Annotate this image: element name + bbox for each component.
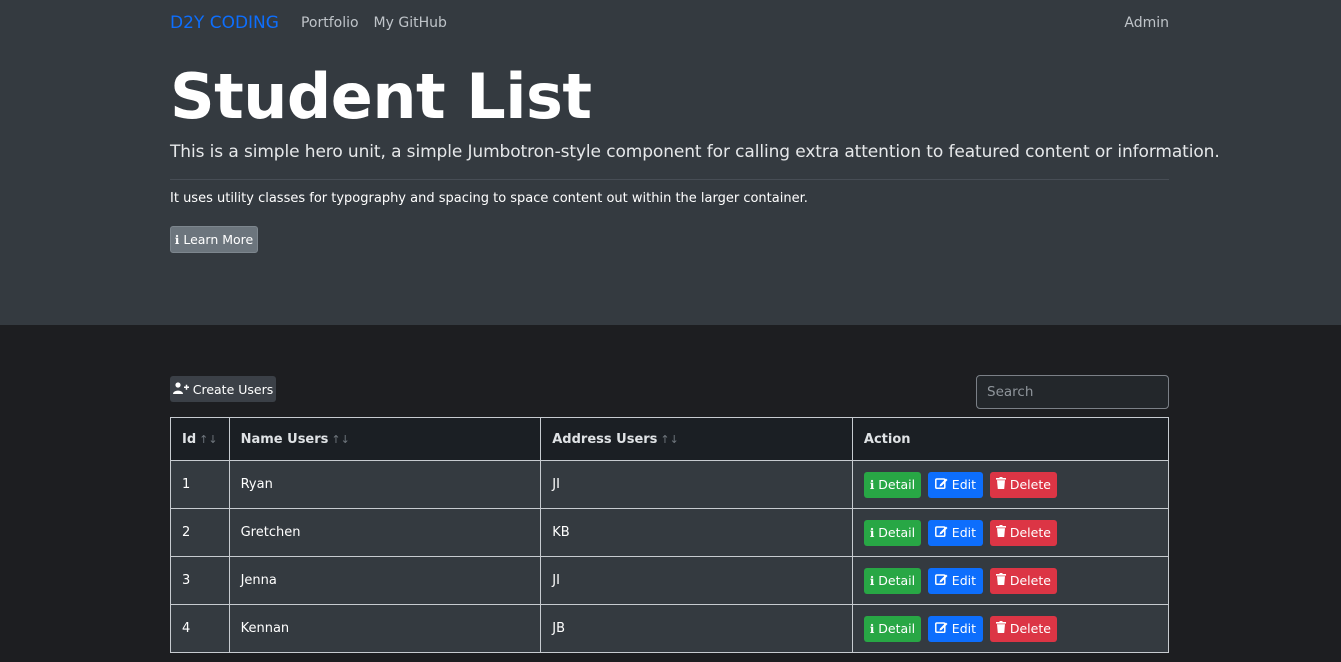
cell-name: Kennan <box>228 604 542 653</box>
info-icon: ℹ <box>869 621 875 636</box>
table-row: 3 Jenna JI ℹ Detail Edit Delete <box>170 556 1170 605</box>
delete-button[interactable]: Delete <box>989 471 1057 498</box>
page-title: Student List <box>170 60 592 133</box>
delete-label: Delete <box>1009 525 1051 540</box>
cell-id: 3 <box>170 556 230 605</box>
cell-address: KB <box>540 508 853 557</box>
edit-button[interactable]: Edit <box>927 615 983 642</box>
edit-button[interactable]: Edit <box>927 567 983 594</box>
header-action: Action <box>851 417 1170 461</box>
create-users-button[interactable]: Create Users <box>170 376 276 402</box>
edit-icon <box>934 573 948 588</box>
detail-button[interactable]: ℹ Detail <box>863 519 921 546</box>
cell-name: Ryan <box>228 460 542 509</box>
sort-icon: ↑↓ <box>660 432 679 446</box>
sort-icon: ↑↓ <box>331 432 350 446</box>
trash-icon <box>995 621 1006 636</box>
edit-icon <box>934 477 948 492</box>
edit-label: Edit <box>951 621 977 636</box>
detail-label: Detail <box>878 525 916 540</box>
trash-icon <box>995 525 1006 540</box>
info-icon: ℹ <box>174 232 180 247</box>
delete-label: Delete <box>1009 477 1051 492</box>
delete-button[interactable]: Delete <box>989 567 1057 594</box>
table-row: 1 Ryan JI ℹ Detail Edit Delete <box>170 460 1170 509</box>
delete-button[interactable]: Delete <box>989 615 1057 642</box>
trash-icon <box>995 477 1006 492</box>
table-row: 2 Gretchen KB ℹ Detail Edit Delete <box>170 508 1170 557</box>
cell-name: Gretchen <box>228 508 542 557</box>
learn-more-label: Learn More <box>183 232 254 247</box>
cell-address: JB <box>540 604 853 653</box>
detail-button[interactable]: ℹ Detail <box>863 615 921 642</box>
hero-section <box>0 0 1341 325</box>
learn-more-button[interactable]: ℹ Learn More <box>170 226 258 253</box>
students-table: Id ↑↓ Name Users ↑↓ Address Users ↑↓ Action… <box>170 417 1170 653</box>
hero-subtext: It uses utility classes for typography a… <box>170 191 808 206</box>
edit-label: Edit <box>951 477 977 492</box>
detail-label: Detail <box>878 573 916 588</box>
cell-address: JI <box>540 556 853 605</box>
cell-actions: ℹ Detail Edit Delete <box>851 460 1170 509</box>
edit-label: Edit <box>951 525 977 540</box>
trash-icon <box>995 573 1006 588</box>
table-row: 4 Kennan JB ℹ Detail Edit Delete <box>170 604 1170 653</box>
header-id[interactable]: Id ↑↓ <box>170 417 230 461</box>
delete-button[interactable]: Delete <box>989 519 1057 546</box>
table-header-row: Id ↑↓ Name Users ↑↓ Address Users ↑↓ Action <box>170 417 1170 461</box>
edit-icon <box>934 525 948 540</box>
create-users-label: Create Users <box>192 381 274 397</box>
edit-icon <box>934 621 948 636</box>
detail-label: Detail <box>878 477 916 492</box>
info-icon: ℹ <box>869 573 875 588</box>
brand-link[interactable]: D2Y CODING <box>170 13 279 33</box>
nav-link-github[interactable]: My GitHub <box>374 15 447 31</box>
hero-lead: This is a simple hero unit, a simple Jum… <box>170 142 1220 162</box>
sort-icon: ↑↓ <box>199 432 218 446</box>
edit-label: Edit <box>951 573 977 588</box>
detail-button[interactable]: ℹ Detail <box>863 567 921 594</box>
detail-label: Detail <box>878 621 916 636</box>
detail-button[interactable]: ℹ Detail <box>863 471 921 498</box>
cell-actions: ℹ Detail Edit Delete <box>851 508 1170 557</box>
cell-id: 4 <box>170 604 230 653</box>
header-address[interactable]: Address Users ↑↓ <box>540 417 853 461</box>
info-icon: ℹ <box>869 477 875 492</box>
header-name[interactable]: Name Users ↑↓ <box>228 417 542 461</box>
edit-button[interactable]: Edit <box>927 471 983 498</box>
search-input[interactable] <box>976 375 1169 409</box>
cell-name: Jenna <box>228 556 542 605</box>
info-icon: ℹ <box>869 525 875 540</box>
divider <box>170 179 1169 180</box>
nav-link-portfolio[interactable]: Portfolio <box>301 15 359 31</box>
user-plus-icon <box>172 381 189 397</box>
cell-id: 1 <box>170 460 230 509</box>
navbar: D2Y CODING Portfolio My GitHub Admin <box>170 0 1169 46</box>
nav-admin[interactable]: Admin <box>1124 15 1169 31</box>
cell-id: 2 <box>170 508 230 557</box>
cell-address: JI <box>540 460 853 509</box>
delete-label: Delete <box>1009 621 1051 636</box>
edit-button[interactable]: Edit <box>927 519 983 546</box>
cell-actions: ℹ Detail Edit Delete <box>851 604 1170 653</box>
cell-actions: ℹ Detail Edit Delete <box>851 556 1170 605</box>
delete-label: Delete <box>1009 573 1051 588</box>
